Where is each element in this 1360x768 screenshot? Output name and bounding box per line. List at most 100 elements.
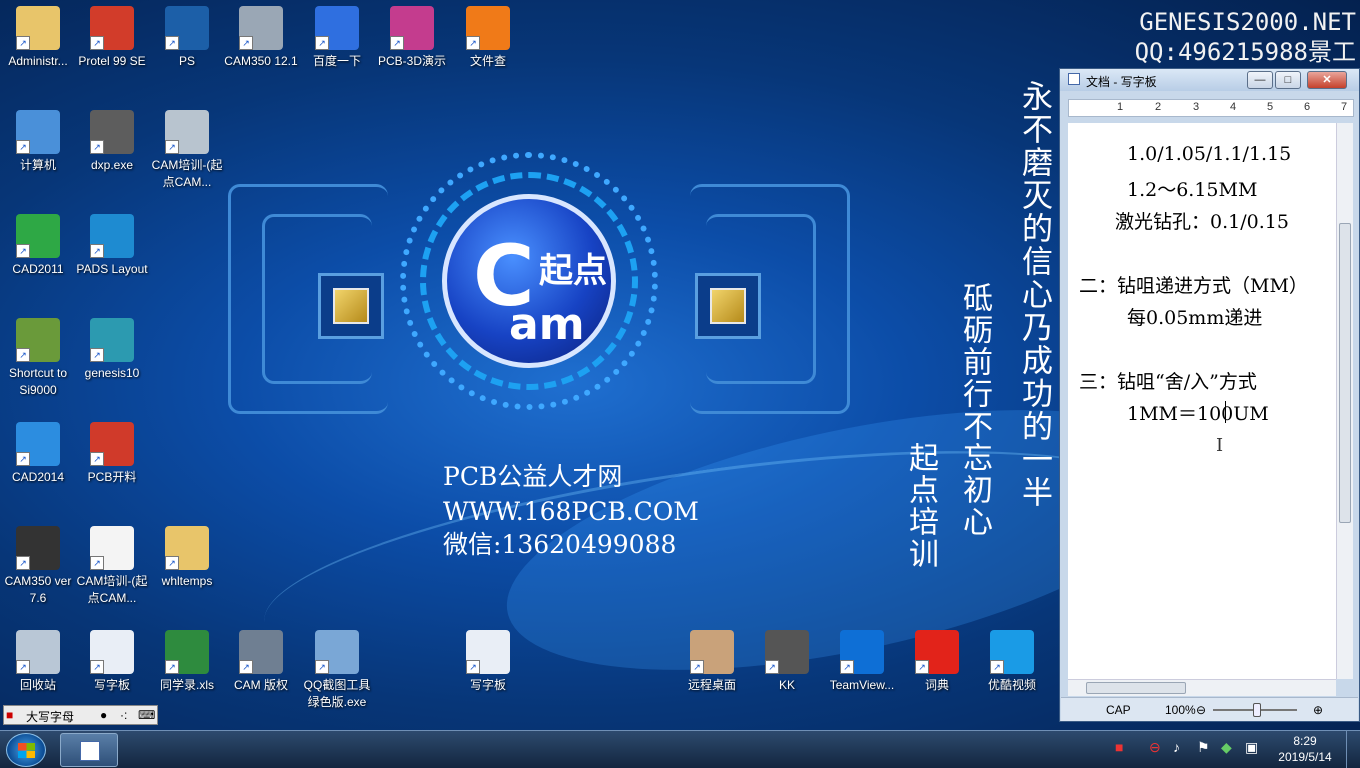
screenshot-tool-icon: ↗ [315,630,359,674]
shield-icon[interactable]: ◆ [1221,739,1232,756]
ime-punct-toggle[interactable]: ·: [120,708,127,722]
ime-toolbar[interactable]: ■ 大写字母 ● ·: ⌨ [3,705,158,725]
desktop-icon[interactable]: ↗ PCB开料 [74,422,150,486]
taskbar: ■ ⊖ ♪ ⚑ ◆ ▣ 8:29 2019/5/14 [0,730,1360,768]
desktop-icon[interactable]: ↗ genesis10 [74,318,150,382]
desktop-icon[interactable]: ↗ CAM培训-(起点CAM... [74,526,150,607]
desktop-icon[interactable]: ↗ CAD2014 [0,422,76,486]
desktop-icon-label: KK [778,678,795,692]
start-button[interactable] [6,733,46,767]
desktop-icon[interactable]: ↗ CAD2011 [0,214,76,278]
horizontal-scrollbar[interactable] [1068,679,1336,696]
desktop-icon-label: CAM350 12.1 [224,54,298,68]
pads-icon: ↗ [90,214,134,258]
network-icon[interactable]: ▣ [1245,739,1258,756]
flag-icon[interactable]: ⚑ [1197,739,1210,756]
shortcut-arrow-icon: ↗ [90,140,104,154]
ruler-mark-3: 3 [1193,101,1200,113]
shortcut-arrow-icon: ↗ [765,660,779,674]
clock[interactable]: 8:29 2019/5/14 [1270,733,1340,765]
soft-keyboard-icon[interactable]: ⌨ [138,708,155,722]
horizontal-scroll-thumb[interactable] [1086,682,1186,694]
desktop-icon[interactable]: ↗ Protel 99 SE [74,6,150,70]
desktop-icon[interactable]: ↗ TeamView... [824,630,900,694]
desktop-icon[interactable]: ↗ CAM350 12.1 [223,6,299,70]
shortcut-arrow-icon: ↗ [90,660,104,674]
doc-line: 三：钻咀“舍/入”方式 [1079,371,1257,393]
wordpad-window[interactable]: 文档 - 写字板 — □ ✕ 1 2 3 4 5 6 7 1.0/1.05/1.… [1059,68,1360,722]
shortcut-arrow-icon: ↗ [90,36,104,50]
desktop-icon[interactable]: ↗ PS [149,6,225,70]
desktop-icon-label: PCB-3D演示 [377,54,446,68]
desktop-icon[interactable]: ↗ QQ截图工具绿色版.exe [299,630,375,711]
desktop-icon[interactable]: ↗ dxp.exe [74,110,150,174]
volume-icon[interactable]: ♪ [1173,739,1180,755]
desktop-icon-label: Administr... [8,54,68,68]
desktop-icon-label: PADS Layout [76,262,148,276]
shortcut-arrow-icon: ↗ [90,348,104,362]
desktop-icon[interactable]: ↗ 优酷视频 [974,630,1050,694]
wordpad-icon: ↗ [90,630,134,674]
desktop-icon-label: PCB开料 [87,470,137,484]
wordpad-icon [80,741,100,761]
desktop-icon[interactable]: ↗ 回收站 [0,630,76,694]
desktop-icon[interactable]: ↗ PADS Layout [74,214,150,278]
shortcut-arrow-icon: ↗ [16,452,30,466]
maximize-button[interactable]: □ [1275,71,1301,89]
desktop-icon-label: 百度一下 [312,54,361,68]
desktop-icon[interactable]: ↗ 写字板 [74,630,150,694]
wordpad-app-icon[interactable] [1068,73,1080,85]
desktop-icon[interactable]: ↗ 文件查 [450,6,526,70]
shortcut-arrow-icon: ↗ [390,36,404,50]
desktop-icon[interactable]: ↗ CAM 版权 [223,630,299,694]
zoom-in-button[interactable]: ⊕ [1313,703,1323,717]
document-area[interactable]: 1.0/1.05/1.1/1.15 1.2～6.15MM 激光钻孔：0.1/0.… [1068,123,1336,679]
shortcut-arrow-icon: ↗ [165,556,179,570]
excel-file-icon: ↗ [165,630,209,674]
slogan-col-1: 永不磨灭的信心乃成功的一半 [1016,80,1052,509]
desktop-icon[interactable]: ↗ Shortcut to Si9000 [0,318,76,399]
close-button[interactable]: ✕ [1307,71,1347,89]
desktop-icon[interactable]: ↗ 计算机 [0,110,76,174]
desktop-icon[interactable]: ↗ 百度一下 [299,6,375,70]
desktop-icon-label: CAM培训-(起点CAM... [151,158,223,189]
vertical-scrollbar[interactable] [1336,123,1353,679]
desktop-icon-label: CAM350 ver 7.6 [4,574,72,605]
windows-logo-icon [18,743,35,758]
desktop-icon-label: 计算机 [19,158,56,172]
shortcut-arrow-icon: ↗ [315,36,329,50]
desktop-icon[interactable]: ↗ CAM350 ver 7.6 [0,526,76,607]
shortcut-arrow-icon: ↗ [16,348,30,362]
vertical-scroll-thumb[interactable] [1339,223,1351,523]
cam-logo: C 起点 am [400,152,658,410]
desktop-icon[interactable]: ↗ Administr... [0,6,76,70]
desktop-icon[interactable]: ↗ CAM培训-(起点CAM... [149,110,225,191]
desktop-icon-label: 写字板 [469,678,506,692]
desktop-icon[interactable]: ↗ KK [749,630,825,694]
desktop-icon[interactable]: ↗ 远程桌面 [674,630,750,694]
wordpad-titlebar[interactable]: 文档 - 写字板 — □ ✕ [1060,69,1359,91]
desktop-icon[interactable]: ↗ 词典 [899,630,975,694]
ime-mode[interactable]: 大写字母 [26,708,74,725]
zoom-slider-knob[interactable] [1253,703,1261,717]
ruler-mark-5: 5 [1267,101,1274,113]
shortcut-arrow-icon: ↗ [16,660,30,674]
taskbar-wordpad[interactable] [60,733,118,767]
user-folder-icon: ↗ [16,6,60,50]
ruler[interactable]: 1 2 3 4 5 6 7 [1068,99,1354,117]
ime-tray-icon[interactable]: ■ [1115,739,1123,755]
desktop-icon-label: Shortcut to Si9000 [8,366,68,397]
zoom-out-button[interactable]: ⊖ [1196,703,1206,717]
desktop-icon[interactable]: ↗ PCB-3D演示 [374,6,450,70]
desktop-icon[interactable]: ↗ 同学录.xls [149,630,225,694]
stop-icon[interactable]: ⊖ [1149,739,1161,756]
photoshop-icon: ↗ [165,6,209,50]
minimize-button[interactable]: — [1247,71,1273,89]
desktop-icon[interactable]: ↗ 写字板 [450,630,526,694]
ime-fullwidth-toggle[interactable]: ● [100,708,107,722]
show-desktop-button[interactable] [1346,731,1360,768]
info-wechat: 微信:13620499088 [443,530,677,559]
desktop-icon[interactable]: ↗ whltemps [149,526,225,590]
shortcut-arrow-icon: ↗ [840,660,854,674]
ime-logo-icon[interactable]: ■ [6,708,13,722]
